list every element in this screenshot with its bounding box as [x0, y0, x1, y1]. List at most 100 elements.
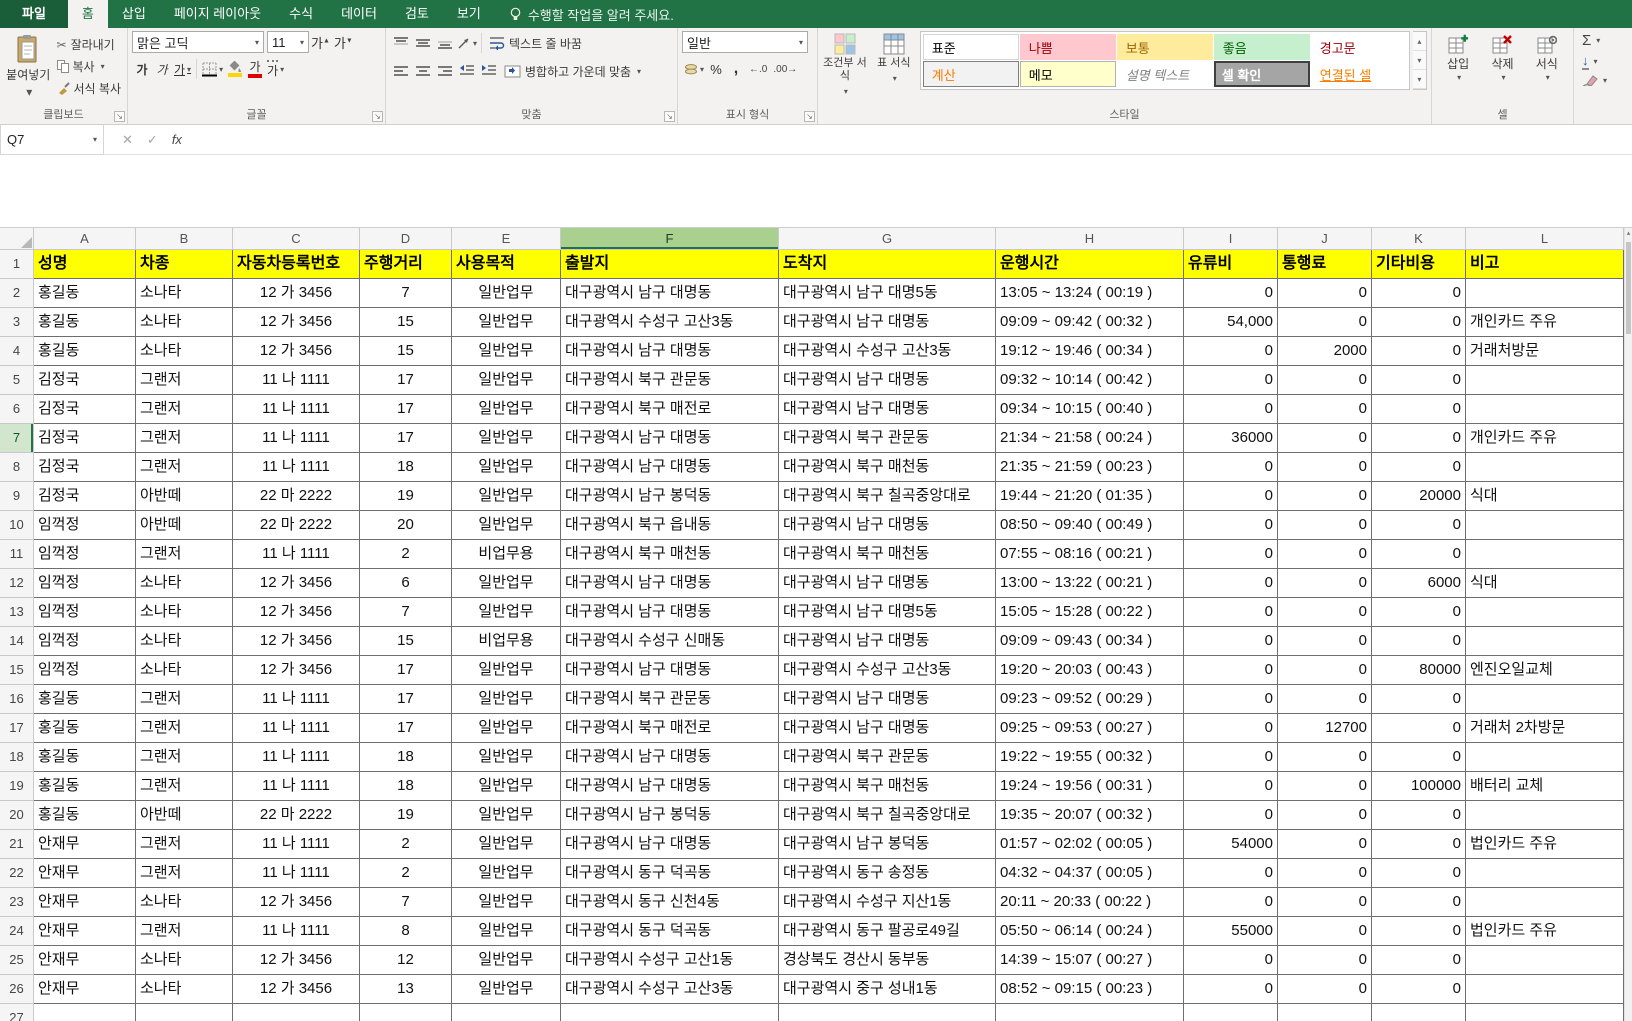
cell-H26[interactable]: 08:52 ~ 09:15 ( 00:23 )	[996, 975, 1184, 1004]
cell-J10[interactable]: 0	[1278, 511, 1372, 540]
cell-G20[interactable]: 대구광역시 북구 칠곡중앙대로	[779, 801, 996, 830]
column-header-K[interactable]: K	[1372, 228, 1466, 250]
column-header-B[interactable]: B	[136, 228, 233, 250]
cell-style-explanatory[interactable]: 설명 텍스트	[1117, 61, 1213, 87]
cell-A11[interactable]: 임꺽정	[34, 540, 136, 569]
fill-color-button[interactable]	[225, 57, 245, 81]
row-header-11[interactable]: 11	[0, 540, 34, 569]
gallery-scroll-down-icon[interactable]: ▾	[1413, 51, 1426, 70]
cell-B7[interactable]: 그랜저	[136, 424, 233, 453]
cell-J8[interactable]: 0	[1278, 453, 1372, 482]
cell-B9[interactable]: 아반떼	[136, 482, 233, 511]
cell-B8[interactable]: 그랜저	[136, 453, 233, 482]
cell-F14[interactable]: 대구광역시 수성구 신매동	[561, 627, 779, 656]
cell-E26[interactable]: 일반업무	[452, 975, 561, 1004]
row-header-4[interactable]: 4	[0, 337, 34, 366]
cell-A2[interactable]: 홍길동	[34, 279, 136, 308]
cell-style-good[interactable]: 좋음	[1214, 34, 1310, 60]
cell-D2[interactable]: 7	[360, 279, 452, 308]
cell-D23[interactable]: 7	[360, 888, 452, 917]
cell-L13[interactable]	[1466, 598, 1624, 627]
tab-data[interactable]: 데이터	[327, 0, 391, 28]
cell-C2[interactable]: 12 가 3456	[233, 279, 360, 308]
cell-H6[interactable]: 09:34 ~ 10:15 ( 00:40 )	[996, 395, 1184, 424]
cell-G14[interactable]: 대구광역시 남구 대명동	[779, 627, 996, 656]
cell-B15[interactable]: 소나타	[136, 656, 233, 685]
row-header-14[interactable]: 14	[0, 627, 34, 656]
cell-C20[interactable]: 22 마 2222	[233, 801, 360, 830]
font-color-button[interactable]: 가 ▾	[245, 57, 265, 81]
cell-L21[interactable]: 법인카드 주유	[1466, 830, 1624, 859]
cell-K16[interactable]: 0	[1372, 685, 1466, 714]
accounting-format-button[interactable]: ▾	[682, 58, 706, 80]
cell-B2[interactable]: 소나타	[136, 279, 233, 308]
cell-A24[interactable]: 안재무	[34, 917, 136, 946]
column-header-F[interactable]: F	[561, 228, 779, 250]
cell-D14[interactable]: 15	[360, 627, 452, 656]
cell-I11[interactable]: 0	[1184, 540, 1278, 569]
cell-H24[interactable]: 05:50 ~ 06:14 ( 00:24 )	[996, 917, 1184, 946]
cell-G17[interactable]: 대구광역시 남구 대명동	[779, 714, 996, 743]
cell-I20[interactable]: 0	[1184, 801, 1278, 830]
cell-L1[interactable]: 비고	[1466, 250, 1624, 279]
cell-I15[interactable]: 0	[1184, 656, 1278, 685]
cell-F1[interactable]: 출발지	[561, 250, 779, 279]
cell-D16[interactable]: 17	[360, 685, 452, 714]
row-header-3[interactable]: 3	[0, 308, 34, 337]
cell-I16[interactable]: 0	[1184, 685, 1278, 714]
cell-B10[interactable]: 아반떼	[136, 511, 233, 540]
merge-center-button[interactable]: 병합하고 가운데 맞춤 ▾	[500, 59, 645, 83]
cell-E12[interactable]: 일반업무	[452, 569, 561, 598]
cell-E20[interactable]: 일반업무	[452, 801, 561, 830]
cell-L6[interactable]	[1466, 395, 1624, 424]
cell-C26[interactable]: 12 가 3456	[233, 975, 360, 1004]
cell-B20[interactable]: 아반떼	[136, 801, 233, 830]
row-header-23[interactable]: 23	[0, 888, 34, 917]
cell-G5[interactable]: 대구광역시 남구 대명동	[779, 366, 996, 395]
cell-H9[interactable]: 19:44 ~ 21:20 ( 01:35 )	[996, 482, 1184, 511]
cell-C22[interactable]: 11 나 1111	[233, 859, 360, 888]
cell-F26[interactable]: 대구광역시 수성구 고산3동	[561, 975, 779, 1004]
cell-A4[interactable]: 홍길동	[34, 337, 136, 366]
tab-view[interactable]: 보기	[443, 0, 495, 28]
row-header-24[interactable]: 24	[0, 917, 34, 946]
cell-J1[interactable]: 통행료	[1278, 250, 1372, 279]
conditional-formatting-button[interactable]: 조건부 서식 ▾	[822, 31, 868, 108]
enter-icon[interactable]: ✓	[147, 132, 158, 148]
cell-D3[interactable]: 15	[360, 308, 452, 337]
cell-J17[interactable]: 12700	[1278, 714, 1372, 743]
cell-B25[interactable]: 소나타	[136, 946, 233, 975]
cell-B19[interactable]: 그랜저	[136, 772, 233, 801]
cell-J9[interactable]: 0	[1278, 482, 1372, 511]
row-header-25[interactable]: 25	[0, 946, 34, 975]
cell-K20[interactable]: 0	[1372, 801, 1466, 830]
cell-G23[interactable]: 대구광역시 수성구 지산1동	[779, 888, 996, 917]
cell-E15[interactable]: 일반업무	[452, 656, 561, 685]
cell-I10[interactable]: 0	[1184, 511, 1278, 540]
cell-D7[interactable]: 17	[360, 424, 452, 453]
cell-J19[interactable]: 0	[1278, 772, 1372, 801]
cell-I6[interactable]: 0	[1184, 395, 1278, 424]
cell-H10[interactable]: 08:50 ~ 09:40 ( 00:49 )	[996, 511, 1184, 540]
row-header-21[interactable]: 21	[0, 830, 34, 859]
cell-D10[interactable]: 20	[360, 511, 452, 540]
cell-K5[interactable]: 0	[1372, 366, 1466, 395]
cell-B4[interactable]: 소나타	[136, 337, 233, 366]
cell-L4[interactable]: 거래처방문	[1466, 337, 1624, 366]
cell-K21[interactable]: 0	[1372, 830, 1466, 859]
row-header-27[interactable]: 27	[0, 1004, 34, 1021]
cell-F16[interactable]: 대구광역시 북구 관문동	[561, 685, 779, 714]
tab-formulas[interactable]: 수식	[275, 0, 327, 28]
cell-D22[interactable]: 2	[360, 859, 452, 888]
cell-I2[interactable]: 0	[1184, 279, 1278, 308]
cell-J27[interactable]	[1278, 1004, 1372, 1021]
cell-F18[interactable]: 대구광역시 남구 대명동	[561, 743, 779, 772]
cell-K19[interactable]: 100000	[1372, 772, 1466, 801]
cell-D8[interactable]: 18	[360, 453, 452, 482]
cell-A8[interactable]: 김정국	[34, 453, 136, 482]
tab-insert[interactable]: 삽입	[108, 0, 160, 28]
phonetic-button[interactable]: 가 ▾	[265, 58, 286, 80]
cell-F17[interactable]: 대구광역시 북구 매전로	[561, 714, 779, 743]
cell-H23[interactable]: 20:11 ~ 20:33 ( 00:22 )	[996, 888, 1184, 917]
cell-K2[interactable]: 0	[1372, 279, 1466, 308]
